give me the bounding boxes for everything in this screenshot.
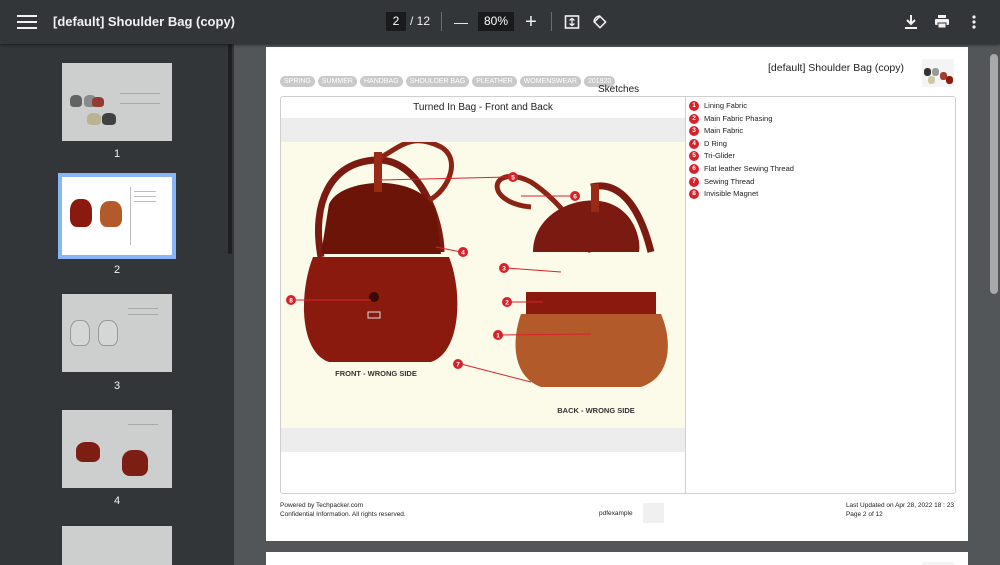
fit-page-icon [564,15,580,29]
legend-number: 3 [689,126,699,137]
legend-label: Invisible Magnet [704,189,759,199]
legend-number: 5 [689,151,699,162]
pdf-toolbar: [default] Shoulder Bag (copy) 2 / 12 — 8… [0,0,1000,44]
product-thumbnail [922,59,954,87]
document-title: [default] Shoulder Bag (copy) [53,14,235,29]
bag-sketch-image: FRONT - WRONG SIDE BACK - WRONG SIDE 5 4… [281,138,685,428]
legend-label: D Ring [704,138,727,148]
back-label: BACK - WRONG SIDE [557,406,635,415]
thumbnail-label: 4 [113,495,121,507]
legend-number: 1 [689,101,699,111]
tag: SPRING [280,76,315,87]
download-button[interactable] [899,10,923,34]
tag: SUMMER [317,76,357,87]
page-number-input[interactable]: 2 [386,12,406,31]
front-label: FRONT - WRONG SIDE [335,369,417,378]
toolbar-divider [551,12,552,31]
page-thumbnail-2[interactable] [58,173,176,259]
legend-label: Main Fabric [704,126,744,136]
footer-logo-placeholder [643,503,664,523]
page-thumbnail-4[interactable] [62,410,172,488]
svg-text:5: 5 [511,175,515,182]
legend-item: 7 Sewing Thread [687,176,794,189]
download-icon [905,15,917,29]
legend-item: 2 Main Fabric Phasing [687,113,794,126]
thumbnail-label: 3 [113,380,121,392]
sketch-section: Turned In Bag - Front and Back FRONT - W… [280,96,956,494]
bag-sketch: FRONT - WRONG SIDE BACK - WRONG SIDE 5 4… [286,138,668,415]
thumbnail-sidebar: 1 2 3 4 [0,44,234,565]
more-vert-icon [972,15,976,29]
legend-label: Lining Fabric [704,101,747,110]
last-updated-text: Last Updated on Apr 28, 2022 18 : 23 [845,502,954,509]
page-thumbnail-5[interactable] [62,526,172,565]
tag: PLEATHER [472,76,517,87]
next-pdf-page [266,552,968,565]
print-icon [935,15,949,29]
svg-text:7: 7 [456,362,460,369]
powered-by-text: Powered by Techpacker.com [280,502,363,509]
legend-number: 2 [689,113,699,124]
svg-text:4: 4 [461,250,465,257]
rotate-button[interactable] [588,10,612,34]
zoom-level-input[interactable]: 80% [478,12,514,31]
tag-list: SPRING SUMMER HANDBAG SHOULDER BAG PLEAT… [280,76,616,87]
tag: HANDBAG [359,76,403,87]
callout-3: 3 [499,263,562,273]
footer-middle-text: pdfexample [599,510,633,517]
legend-number: 4 [689,138,699,149]
sketch-panel: Turned In Bag - Front and Back FRONT - W… [281,97,686,493]
thumbnail-label: 1 [113,148,121,160]
legend-item: 3 Main Fabric [687,125,794,138]
zoom-in-button[interactable]: + [519,10,543,34]
page-thumbnail-3[interactable] [62,294,172,372]
svg-text:1: 1 [496,333,500,340]
svg-text:8: 8 [289,298,293,305]
legend-item: 8 Invisible Magnet [687,188,794,201]
svg-text:6: 6 [573,194,577,201]
legend-label: Main Fabric Phasing [704,113,773,123]
page-of-text: Page 2 of 12 [845,510,883,518]
confidential-text: Confidential Information. All rights res… [280,510,406,518]
legend-item: 5 Tri-Glider [687,150,794,163]
pdf-page: [default] Shoulder Bag (copy) SPRING SUM… [266,47,968,541]
panel-band [281,428,685,452]
page-header-title: [default] Shoulder Bag (copy) [768,62,904,74]
sidebar-scrollbar[interactable] [228,44,232,254]
panel-band [281,118,685,142]
legend-number: 8 [689,189,699,200]
legend-item: 1 Lining Fabric [687,100,794,113]
rotate-icon [593,15,607,29]
zoom-out-button[interactable]: — [449,10,473,34]
print-button[interactable] [930,10,954,34]
tag: SHOULDER BAG [405,76,470,87]
svg-text:2: 2 [505,300,509,307]
menu-icon[interactable] [16,12,38,32]
more-options-button[interactable] [962,10,986,34]
legend-label: Tri-Glider [704,151,735,161]
legend-label: Flat leather Sewing Thread [704,163,794,173]
toolbar-divider [441,12,442,31]
tag: WOMENSWEAR [519,76,581,87]
legend-list: 1 Lining Fabric 2 Main Fabric Phasing 3 Mai… [687,100,794,201]
page-footer-left: Powered by Techpacker.com Confidential I… [280,502,406,519]
page-total: / 12 [410,14,431,28]
svg-text:3: 3 [502,266,506,273]
legend-item: 4 D Ring [687,138,794,151]
legend-number: 6 [689,163,699,174]
viewer-scrollbar[interactable] [990,54,998,294]
legend-label: Sewing Thread [704,176,755,186]
page-footer-right: Last Updated on Apr 28, 2022 18 : 23 Pag… [846,502,954,519]
legend-number: 7 [689,176,699,187]
document-viewer: [default] Shoulder Bag (copy) SPRING SUM… [234,44,1000,565]
thumbnail-label: 2 [113,264,121,276]
fit-page-button[interactable] [560,10,584,34]
page-thumbnail-1[interactable] [62,63,172,141]
section-title: Sketches [598,84,640,95]
panel-title: Turned In Bag - Front and Back [281,97,685,119]
legend-item: 6 Flat leather Sewing Thread [687,163,794,176]
